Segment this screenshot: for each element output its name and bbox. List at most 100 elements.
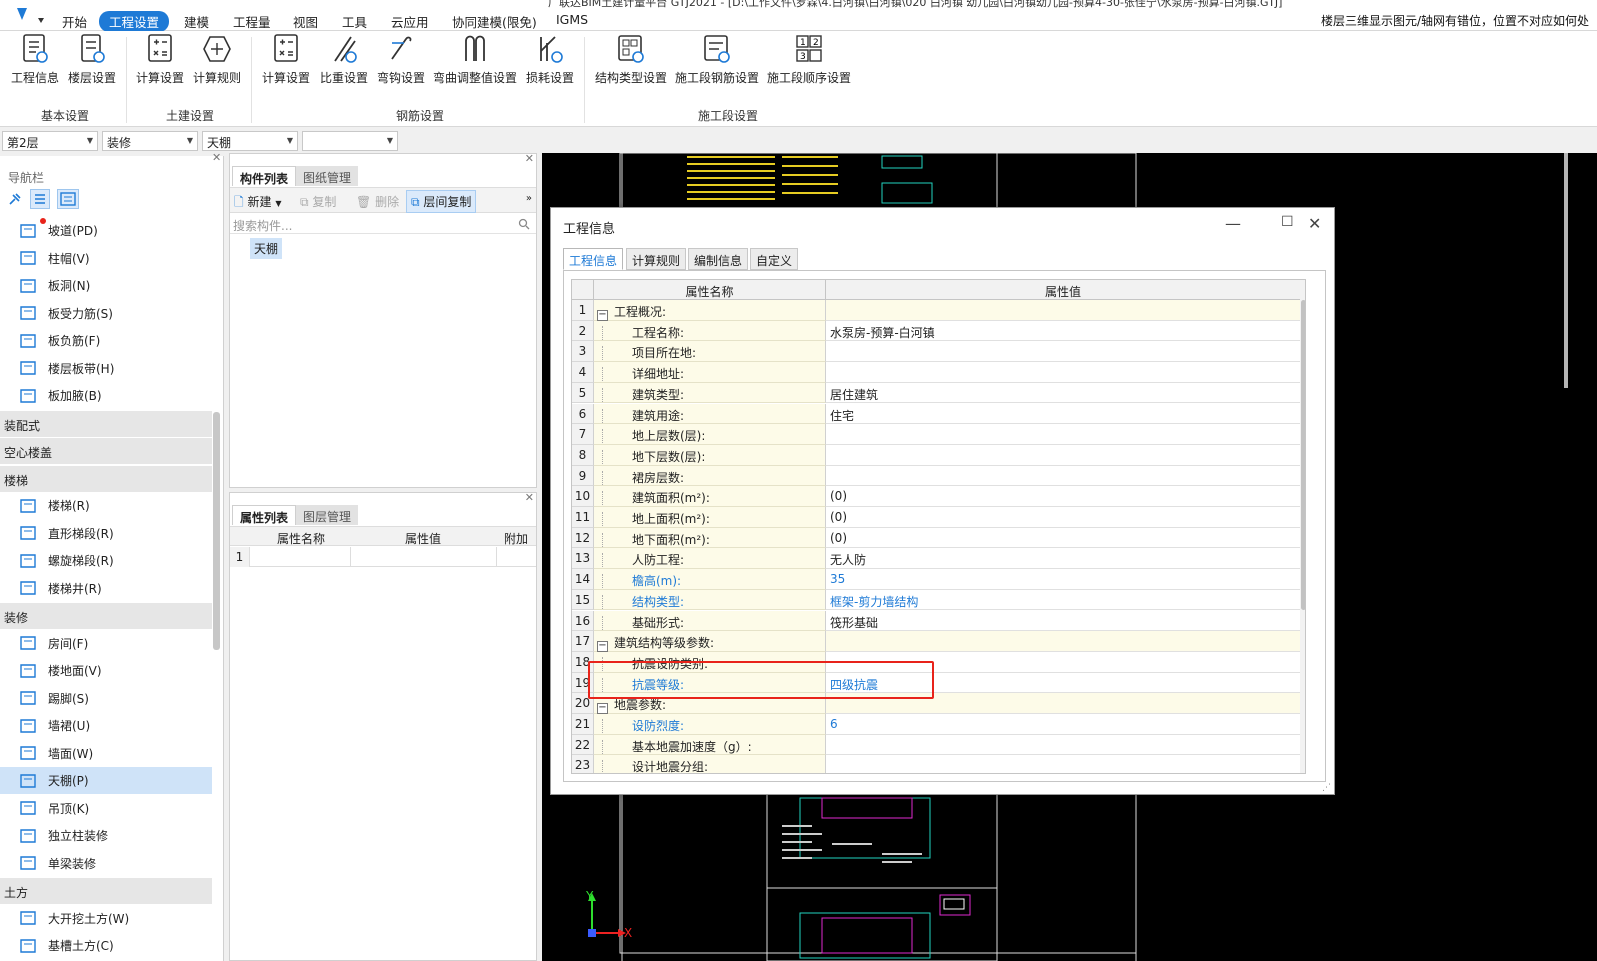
- component-item[interactable]: 天棚: [250, 238, 283, 259]
- more-icon[interactable]: »: [526, 193, 532, 204]
- detail-view-toggle[interactable]: [57, 189, 79, 209]
- property-value[interactable]: 筏形基础: [826, 610, 1300, 632]
- tab-property-list[interactable]: 属性列表: [232, 505, 297, 525]
- table-row[interactable]: 21 设防烈度: 6: [572, 714, 1300, 735]
- nav-category[interactable]: 土方: [0, 878, 212, 904]
- calc-settings-civil-button[interactable]: 计算设置: [134, 33, 186, 91]
- menu-igms[interactable]: IGMS: [546, 11, 598, 28]
- nav-category[interactable]: 空心楼盖: [0, 438, 212, 464]
- nav-item[interactable]: 板受力筋(S): [0, 300, 212, 327]
- quick-access-chevron-icon[interactable]: [38, 18, 44, 24]
- property-value[interactable]: [826, 362, 1300, 383]
- table-row[interactable]: 1− 工程概况:: [572, 300, 1300, 321]
- table-row[interactable]: 22 基本地震加速度（g）:: [572, 734, 1300, 756]
- floor-copy-button[interactable]: ⧉ 层间复制: [406, 190, 477, 213]
- nav-category[interactable]: 楼梯: [0, 465, 212, 492]
- property-value[interactable]: (0): [826, 527, 1300, 549]
- table-row[interactable]: 11 地上面积(m²): (0): [572, 507, 1300, 528]
- type-select[interactable]: 天棚 ▼: [202, 131, 298, 151]
- property-value[interactable]: [826, 341, 1300, 363]
- maximize-icon[interactable]: ☐: [1281, 214, 1294, 230]
- property-value[interactable]: [826, 631, 1300, 652]
- collapse-icon[interactable]: −: [597, 310, 608, 321]
- nav-item[interactable]: 单梁装修: [0, 850, 212, 877]
- property-value[interactable]: (0): [826, 486, 1300, 507]
- property-value[interactable]: (0): [826, 507, 1300, 528]
- bend-adjust-button[interactable]: 弯曲调整值设置: [432, 33, 518, 91]
- property-value[interactable]: 住宅: [826, 403, 1300, 425]
- table-row[interactable]: 1: [230, 547, 536, 567]
- close-icon[interactable]: ✕: [1308, 214, 1321, 233]
- table-row[interactable]: 6 建筑用途: 住宅: [572, 403, 1300, 425]
- category-select[interactable]: 装修 ▼: [102, 131, 198, 151]
- table-row[interactable]: 8 地下层数(层):: [572, 444, 1300, 466]
- list-view-toggle[interactable]: [30, 189, 50, 209]
- tab-layer-management[interactable]: 图层管理: [296, 505, 359, 525]
- nav-item[interactable]: 楼梯(R): [0, 492, 212, 519]
- table-row[interactable]: 7 地上层数(层):: [572, 424, 1300, 445]
- nav-item[interactable]: 板加腋(B): [0, 382, 212, 409]
- grid-scrollbar[interactable]: [1300, 280, 1305, 773]
- nav-category[interactable]: 装配式: [0, 410, 212, 437]
- new-button[interactable]: 🗋 新建 ▼: [234, 193, 281, 214]
- nav-item[interactable]: 大开挖土方(W): [0, 905, 212, 932]
- menu-start[interactable]: 开始: [52, 11, 97, 32]
- table-row[interactable]: 9 裙房层数:: [572, 465, 1300, 487]
- help-hint[interactable]: 楼层三维显示图元/轴网有错位，位置不对应如何处: [1321, 12, 1589, 29]
- component-select[interactable]: ▼: [302, 131, 398, 151]
- nav-item[interactable]: 墙面(W): [0, 740, 212, 767]
- table-row[interactable]: 23 设计地震分组:: [572, 755, 1300, 773]
- copy-button[interactable]: ⧉ 复制: [300, 193, 336, 210]
- nav-item[interactable]: 坡道(PD): [0, 217, 212, 244]
- table-row[interactable]: 3 项目所在地:: [572, 341, 1300, 363]
- nav-scrollbar-thumb[interactable]: [213, 412, 220, 650]
- table-row[interactable]: 17− 建筑结构等级参数:: [572, 631, 1300, 653]
- close-icon[interactable]: ✕: [525, 491, 534, 504]
- property-value[interactable]: 水泵房-预算-白河镇: [826, 320, 1300, 342]
- nav-item[interactable]: 独立柱装修: [0, 822, 212, 849]
- nav-item[interactable]: 柱帽(V): [0, 245, 212, 272]
- nav-item[interactable]: 踢脚(S): [0, 685, 212, 712]
- nav-item[interactable]: 板洞(N): [0, 272, 212, 299]
- nav-item[interactable]: 螺旋梯段(R): [0, 547, 212, 574]
- nav-item[interactable]: 天棚(P): [0, 767, 212, 794]
- nav-item[interactable]: 板负筋(F): [0, 327, 212, 354]
- property-value[interactable]: [826, 300, 1300, 321]
- table-row[interactable]: 4 详细地址:: [572, 362, 1300, 383]
- segment-order-button[interactable]: 123 施工段顺序设置: [766, 33, 852, 91]
- structure-type-button[interactable]: 结构类型设置: [594, 33, 668, 91]
- property-value[interactable]: 框架-剪力墙结构: [826, 589, 1300, 611]
- menu-collab[interactable]: 协同建模(限免): [442, 11, 547, 32]
- tab-component-list[interactable]: 构件列表: [232, 166, 297, 186]
- table-row[interactable]: 15 结构类型: 框架-剪力墙结构: [572, 589, 1300, 611]
- segment-rebar-button[interactable]: 施工段钢筋设置: [674, 33, 760, 91]
- menu-tools[interactable]: 工具: [332, 11, 377, 32]
- property-value[interactable]: 居住建筑: [826, 382, 1300, 404]
- close-icon[interactable]: ✕: [525, 152, 534, 165]
- tab-project-info[interactable]: 工程信息: [563, 248, 624, 270]
- loss-settings-button[interactable]: 损耗设置: [524, 33, 576, 91]
- nav-item[interactable]: 基槽土方(C): [0, 932, 212, 959]
- tab-drawing-management[interactable]: 图纸管理: [296, 166, 359, 186]
- menu-project-settings[interactable]: 工程设置: [99, 11, 170, 32]
- table-row[interactable]: 13 人防工程: 无人防: [572, 548, 1300, 570]
- calc-settings-rebar-button[interactable]: 计算设置: [260, 33, 312, 91]
- nav-item[interactable]: 吊顶(K): [0, 795, 212, 822]
- resize-grip-icon[interactable]: ⋰: [1322, 783, 1331, 793]
- menu-cloud[interactable]: 云应用: [381, 11, 439, 32]
- close-icon[interactable]: ✕: [212, 151, 221, 164]
- menu-modeling[interactable]: 建模: [174, 11, 219, 32]
- table-row[interactable]: 12 地下面积(m²): (0): [572, 527, 1300, 549]
- nav-item[interactable]: 直形梯段(R): [0, 520, 212, 547]
- hook-settings-button[interactable]: 弯钩设置: [375, 33, 427, 91]
- table-row[interactable]: 2 工程名称: 水泵房-预算-白河镇: [572, 320, 1300, 342]
- nav-item[interactable]: 房间(F): [0, 630, 212, 657]
- tab-custom[interactable]: 自定义: [750, 248, 799, 270]
- density-settings-button[interactable]: 比重设置: [318, 33, 370, 91]
- property-value[interactable]: [826, 444, 1300, 466]
- table-row[interactable]: 5 建筑类型: 居住建筑: [572, 382, 1300, 404]
- tab-calc-rules[interactable]: 计算规则: [626, 248, 687, 270]
- nav-category[interactable]: 装修: [0, 603, 212, 629]
- nav-item[interactable]: 楼梯井(R): [0, 575, 212, 602]
- grid-scrollbar-thumb[interactable]: [1301, 300, 1305, 610]
